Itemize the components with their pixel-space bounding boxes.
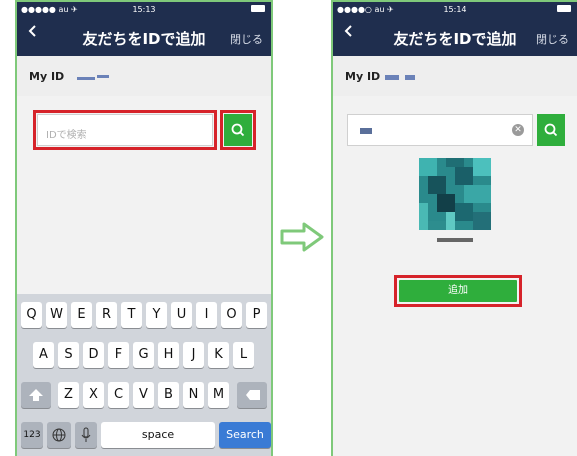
battery-icon — [251, 4, 265, 13]
my-id-value-redacted — [385, 75, 399, 80]
mic-key[interactable] — [75, 422, 97, 448]
key-u[interactable]: U — [171, 302, 192, 328]
search-button-highlight — [220, 110, 256, 150]
globe-icon — [52, 428, 66, 442]
close-button[interactable]: 閉じる — [536, 31, 569, 47]
search-input-highlight — [33, 110, 217, 150]
key-r[interactable]: R — [96, 302, 117, 328]
nav-bar: 友だちをIDで追加 閉じる — [17, 16, 271, 56]
key-e[interactable]: E — [71, 302, 92, 328]
friend-avatar — [419, 158, 491, 230]
key-g[interactable]: G — [133, 342, 154, 368]
battery-icon — [557, 4, 571, 13]
right-screen: ●●●●○ au ✈ 15:14 友だちをIDで追加 閉じる My ID ✕ 追… — [331, 0, 577, 456]
key-b[interactable]: B — [158, 382, 179, 408]
entered-id-redacted — [360, 128, 372, 134]
key-o[interactable]: O — [221, 302, 242, 328]
key-w[interactable]: W — [46, 302, 67, 328]
key-l[interactable]: L — [233, 342, 254, 368]
key-c[interactable]: C — [108, 382, 129, 408]
status-bar: ●●●●● au ✈ 15:13 — [17, 2, 271, 16]
key-m[interactable]: M — [208, 382, 229, 408]
my-id-row: My ID — [333, 56, 577, 96]
key-a[interactable]: A — [33, 342, 54, 368]
backspace-icon — [246, 390, 260, 400]
space-key[interactable]: space — [101, 422, 215, 448]
key-x[interactable]: X — [83, 382, 104, 408]
key-f[interactable]: F — [108, 342, 129, 368]
key-d[interactable]: D — [83, 342, 104, 368]
my-id-label: My ID — [29, 70, 65, 83]
id-search-input[interactable]: ✕ — [347, 114, 533, 146]
add-button-highlight — [394, 275, 522, 307]
my-id-value-redacted — [77, 77, 95, 80]
key-t[interactable]: T — [121, 302, 142, 328]
keyboard: Q W E R T Y U I O P A S D F G H J K L Z … — [17, 294, 271, 456]
search-icon — [544, 123, 558, 137]
key-i[interactable]: I — [196, 302, 217, 328]
nav-bar: 友だちをIDで追加 閉じる — [333, 16, 577, 56]
key-n[interactable]: N — [183, 382, 204, 408]
clock: 15:14 — [443, 5, 467, 14]
close-button[interactable]: 閉じる — [230, 31, 263, 47]
clear-input-icon[interactable]: ✕ — [512, 124, 524, 136]
search-key[interactable]: Search — [219, 422, 271, 448]
content-area: ✕ 追加 — [333, 96, 577, 456]
my-id-value-redacted — [97, 75, 109, 78]
microphone-icon — [81, 427, 91, 442]
key-v[interactable]: V — [133, 382, 154, 408]
key-s[interactable]: S — [58, 342, 79, 368]
key-p[interactable]: P — [246, 302, 267, 328]
key-h[interactable]: H — [158, 342, 179, 368]
globe-key[interactable] — [47, 422, 71, 448]
my-id-row: My ID — [17, 56, 271, 96]
key-k[interactable]: K — [208, 342, 229, 368]
status-bar: ●●●●○ au ✈ 15:14 — [333, 2, 577, 16]
shift-arrow-icon — [29, 389, 43, 401]
clock: 15:13 — [132, 5, 156, 14]
friend-name-redacted — [437, 238, 473, 242]
delete-key[interactable] — [237, 382, 267, 408]
shift-key[interactable] — [21, 382, 51, 408]
key-q[interactable]: Q — [21, 302, 42, 328]
key-z[interactable]: Z — [58, 382, 79, 408]
search-button[interactable] — [537, 114, 565, 146]
my-id-value-redacted — [405, 75, 415, 80]
transition-arrow-icon — [280, 222, 324, 252]
my-id-label: My ID — [345, 70, 381, 83]
left-screen: ●●●●● au ✈ 15:13 友だちをIDで追加 閉じる My ID IDで… — [15, 0, 273, 456]
key-j[interactable]: J — [183, 342, 204, 368]
key-y[interactable]: Y — [146, 302, 167, 328]
numbers-key[interactable]: 123 — [21, 422, 43, 448]
